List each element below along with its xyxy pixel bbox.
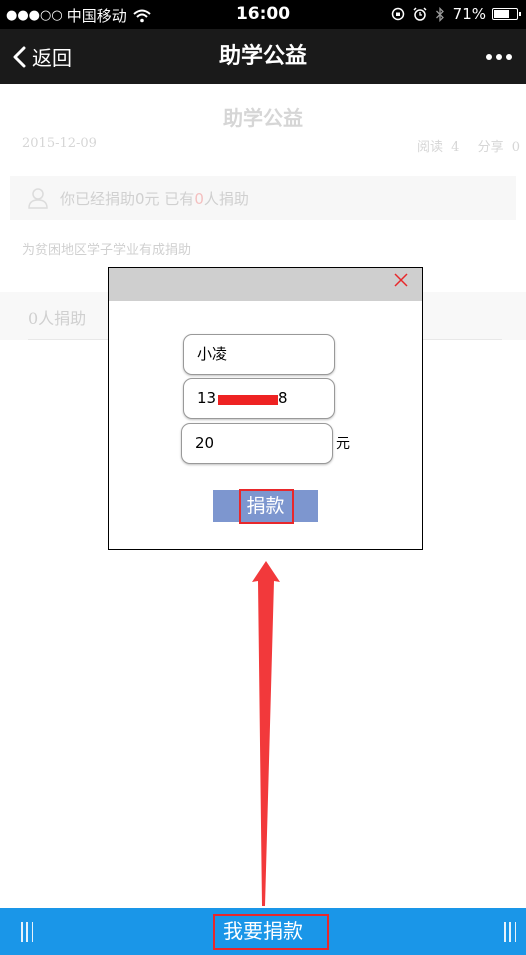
name-input[interactable]: 小凌: [183, 334, 335, 375]
article-date: 2015-12-09: [22, 136, 97, 151]
alarm-icon: [413, 7, 427, 21]
highlight-box: [239, 489, 294, 524]
donated-prefix: 你已经捐助0元 已有: [60, 190, 195, 208]
donor-count: 0: [194, 190, 204, 208]
battery-level: [494, 10, 509, 18]
read-count: 4: [451, 140, 460, 155]
dialog-header: [109, 268, 422, 301]
share-label: 分享: [477, 140, 504, 155]
redaction-mark: [218, 395, 278, 405]
status-bar: ●●●○○ 中国移动 16:00 71%: [0, 0, 526, 29]
close-icon[interactable]: [394, 273, 408, 287]
article-title: 助学公益: [223, 106, 303, 130]
bottom-bar: 我要捐款: [0, 908, 526, 955]
donation-summary: 你已经捐助0元 已有0人捐助: [10, 176, 516, 220]
phone-input[interactable]: 13 8: [183, 378, 335, 419]
rotation-lock-icon: [391, 7, 404, 21]
donation-summary-text: 你已经捐助0元 已有0人捐助: [60, 188, 249, 209]
amount-input[interactable]: 20: [181, 423, 333, 464]
read-label: 阅读: [416, 140, 443, 155]
donated-suffix: 人捐助: [203, 190, 249, 208]
more-dot: [496, 53, 502, 60]
phone-prefix: 13: [197, 389, 217, 407]
battery-percent: 71%: [452, 5, 486, 23]
more-dot: [506, 53, 512, 60]
more-dots-icon[interactable]: [486, 29, 512, 84]
phone-screen: ●●●○○ 中国移动 16:00 71% 返回 助学公益 助学公益 2015-1…: [0, 0, 526, 955]
battery-icon: [492, 8, 521, 20]
share-count: 0: [511, 140, 520, 155]
bluetooth-icon: [435, 6, 444, 22]
nav-title: 助学公益: [218, 44, 307, 69]
donation-dialog: 小凌 13 8 20 元 捐款: [108, 267, 423, 550]
article-description: 为贫困地区学子学业有成捐助: [22, 243, 192, 258]
amount-unit: 元: [336, 436, 350, 452]
nav-bar: 返回 助学公益: [0, 29, 526, 84]
more-dot: [486, 53, 492, 60]
donors-label: 0人捐助: [28, 309, 87, 328]
status-right: 71%: [383, 5, 521, 23]
drag-handle-icon: [504, 922, 516, 942]
article-meta: 2015-12-09 阅读 4 分享 0: [22, 136, 520, 155]
phone-suffix: 8: [278, 389, 288, 407]
user-icon: [28, 188, 48, 209]
highlight-box: [213, 914, 329, 950]
article-stats: 阅读 4 分享 0: [413, 136, 520, 155]
